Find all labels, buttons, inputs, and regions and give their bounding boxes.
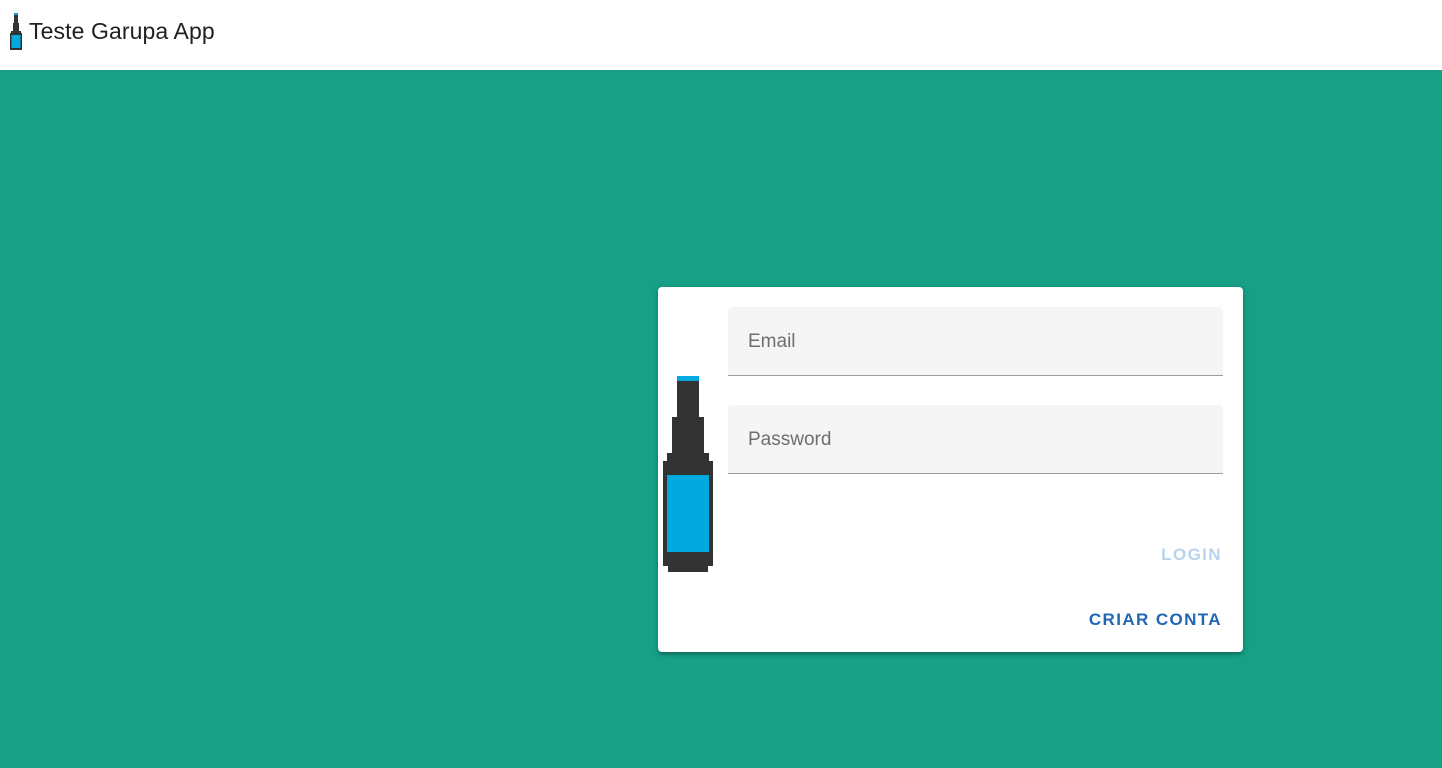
create-account-button[interactable]: CRIAR CONTA	[1089, 610, 1222, 630]
password-field[interactable]: Password	[728, 405, 1223, 474]
login-button[interactable]: LOGIN	[1161, 545, 1222, 565]
main-content: Email Password LOGIN CRIAR CONTA	[0, 70, 1442, 768]
app-header: Teste Garupa App	[0, 0, 1442, 70]
password-input[interactable]	[728, 405, 1223, 473]
app-title: Teste Garupa App	[29, 18, 215, 44]
bottle-icon	[663, 376, 713, 572]
login-card: Email Password LOGIN CRIAR CONTA	[658, 287, 1243, 652]
bottle-icon	[10, 13, 22, 50]
email-input[interactable]	[728, 307, 1223, 375]
email-field[interactable]: Email	[728, 307, 1223, 376]
